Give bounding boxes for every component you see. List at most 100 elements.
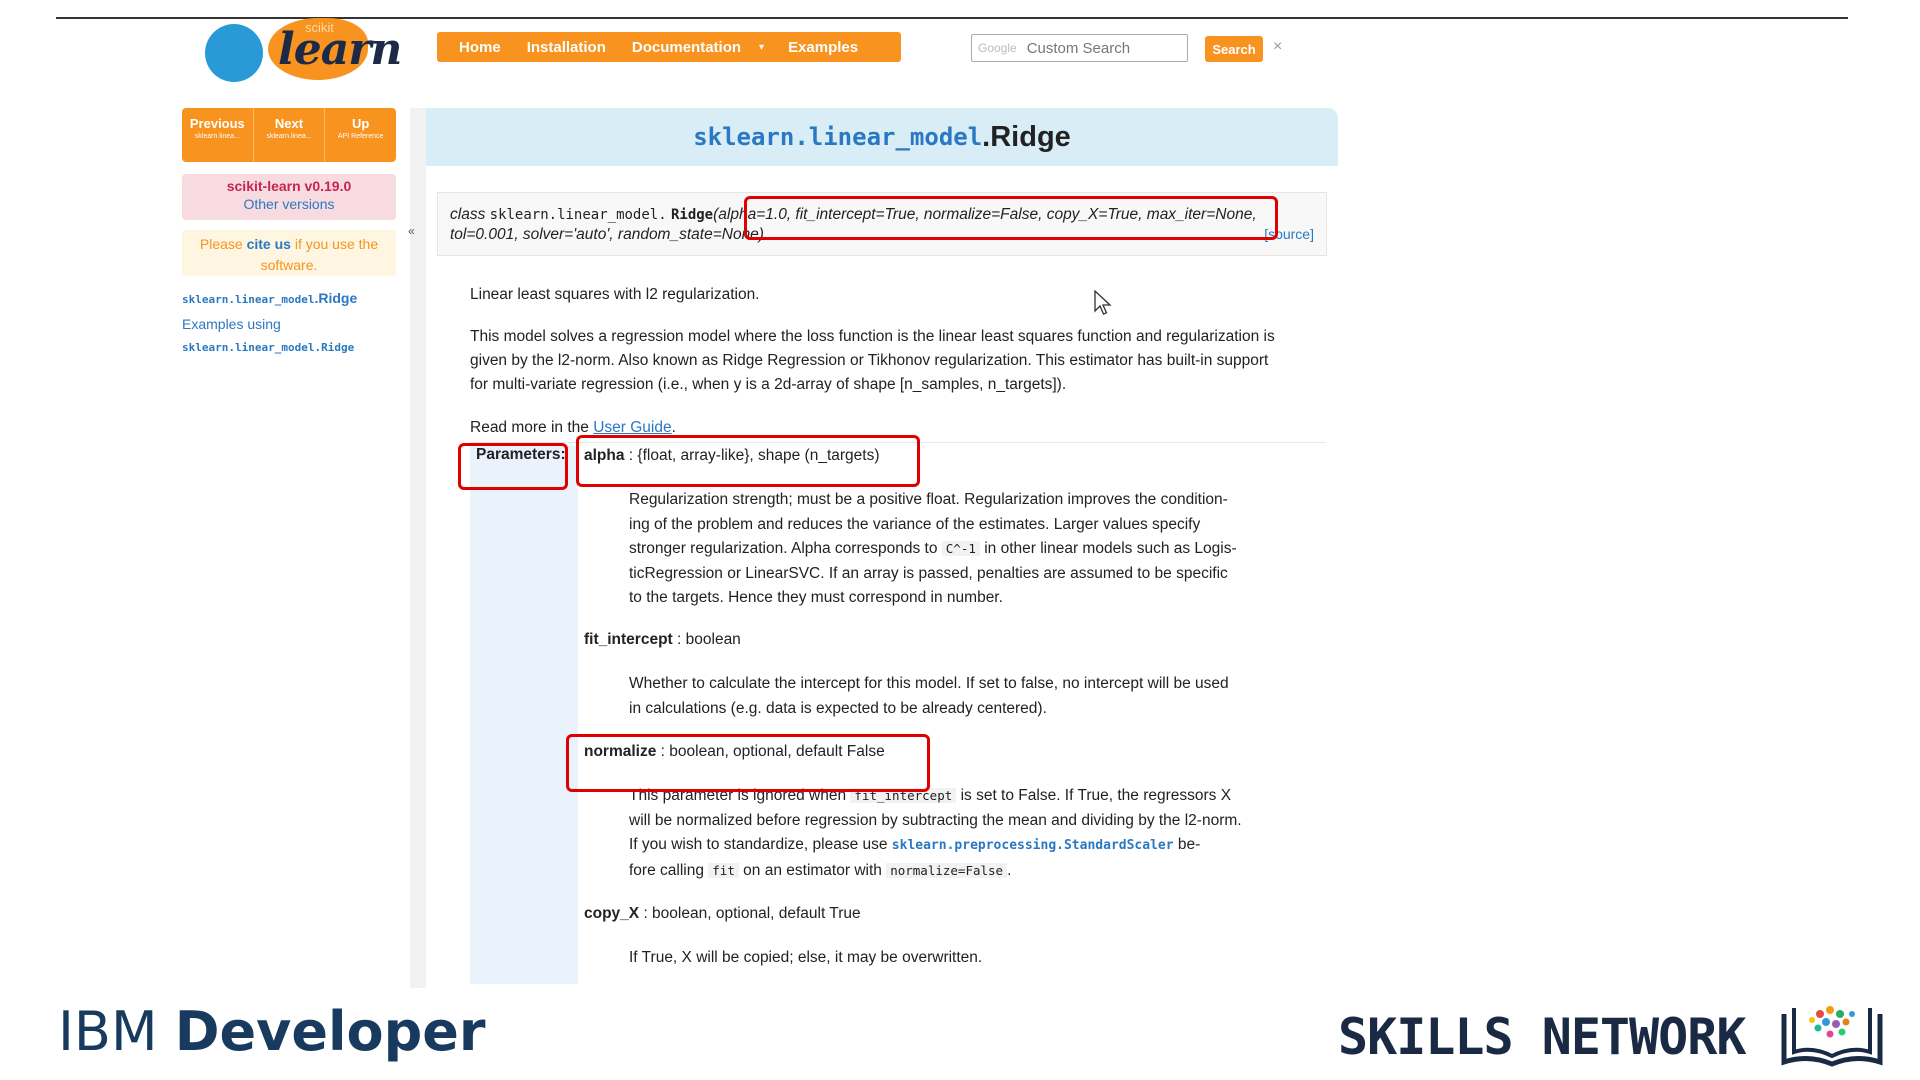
search-button[interactable]: Search: [1205, 36, 1263, 62]
desc-text: This parameter is ignored when: [629, 787, 847, 804]
up-sub: API Reference: [337, 133, 384, 140]
inline-code: fit_intercept: [850, 788, 957, 803]
toc-examples-text: Examples using: [182, 316, 281, 332]
toc-item-class: .Ridge: [314, 290, 358, 306]
desc-line: fore calling fit on an estimator with no…: [629, 859, 1279, 884]
nav-documentation[interactable]: Documentation: [632, 39, 741, 56]
desc-line: ing of the problem and reduces the varia…: [629, 515, 1201, 533]
up-button[interactable]: Up API Reference: [325, 108, 396, 162]
desc-line: in calculations (e.g. data is expected t…: [629, 699, 1047, 717]
param-alpha: alpha : {float, array-like}, shape (n_ta…: [584, 445, 880, 467]
signature-line-1: class sklearn.linear_model. Ridge(alpha=…: [450, 205, 1314, 225]
toc-item-ridge[interactable]: sklearn.linear_model.Ridge: [182, 286, 357, 312]
signature-keyword: class: [450, 206, 486, 223]
nav-installation[interactable]: Installation: [527, 39, 606, 56]
source-link[interactable]: [source]: [1264, 224, 1314, 244]
param-copy-x: copy_X : boolean, optional, default True: [584, 903, 861, 925]
desc-line: to the targets. Hence they must correspo…: [629, 589, 1003, 606]
signature-args-1: (alpha=1.0, fit_intercept=True, normaliz…: [713, 206, 1257, 223]
param-fit-intercept-name: fit_intercept: [584, 631, 673, 648]
user-guide-link[interactable]: User Guide: [593, 419, 671, 436]
read-more-post: .: [671, 419, 676, 436]
param-normalize-type: : boolean, optional, default False: [656, 743, 885, 760]
previous-label: Previous: [189, 116, 245, 131]
desc-text: stronger regularization. Alpha correspon…: [629, 540, 938, 557]
param-normalize-desc: This parameter is ignored when fit_inter…: [629, 784, 1279, 883]
up-label: Up: [352, 116, 370, 131]
inline-code: C^-1: [941, 541, 980, 556]
ibm-text: IBM: [58, 1000, 158, 1063]
class-signature: class sklearn.linear_model. Ridge(alpha=…: [437, 192, 1327, 256]
param-copy-x-name: copy_X: [584, 905, 640, 922]
description-line: for multi-variate regression (i.e., when…: [470, 376, 1067, 393]
related-nav: Previous sklearn.linea... Next sklearn.l…: [182, 108, 396, 162]
other-versions-link[interactable]: Other versions: [182, 196, 396, 212]
sidebar-collapse-bar[interactable]: [410, 108, 426, 988]
chevron-down-icon[interactable]: ▾: [759, 42, 764, 53]
page-title: sklearn.linear_model .Ridge: [426, 108, 1338, 166]
summary-text: Linear least squares with l2 regularizat…: [470, 286, 760, 303]
title-class: .Ridge: [982, 120, 1071, 153]
param-alpha-desc: Regularization strength; must be a posit…: [629, 488, 1279, 611]
standard-scaler-link[interactable]: sklearn.preprocessing.StandardScaler: [892, 838, 1174, 853]
next-button[interactable]: Next sklearn.linea...: [254, 108, 326, 162]
param-copy-x-type: : boolean, optional, default True: [639, 905, 861, 922]
desc-line: Regularization strength; must be a posit…: [629, 491, 1228, 508]
google-brand-label: Google: [978, 41, 1017, 55]
desc-text: be-: [1177, 836, 1201, 853]
desc-text: fore calling: [629, 861, 704, 879]
param-fit-intercept-desc: Whether to calculate the intercept for t…: [629, 672, 1279, 721]
skills-network-text: SKILLS NETWORK: [1338, 1008, 1746, 1066]
scikit-learn-logo[interactable]: scikit learn: [205, 16, 402, 82]
parameters-column: [470, 446, 578, 984]
section-divider: [470, 442, 1326, 443]
cite-box: Please cite us if you use the software.: [182, 230, 396, 276]
inline-code: normalize=False: [886, 862, 1008, 878]
version-label: scikit-learn v0.19.0: [226, 178, 352, 194]
previous-sub: sklearn.linea...: [194, 133, 240, 140]
search-placeholder: Custom Search: [1026, 39, 1131, 57]
signature-name: Ridge: [670, 207, 714, 223]
next-label: Next: [274, 116, 304, 131]
description-line: This model solves a regression model whe…: [470, 328, 1275, 345]
logo-learn-text: learn: [278, 24, 402, 75]
top-nav: Home Installation Documentation ▾ Exampl…: [437, 32, 901, 62]
param-normalize-name: normalize: [584, 743, 657, 760]
desc-text: in other linear models such as Logis-: [984, 540, 1237, 557]
signature-module: sklearn.linear_model.: [489, 207, 667, 223]
collapse-icon[interactable]: «: [408, 224, 415, 238]
param-alpha-type: : {float, array-like}, shape (n_targets): [624, 447, 880, 464]
close-icon[interactable]: ×: [1273, 38, 1282, 56]
title-module: sklearn.linear_model: [693, 123, 983, 151]
inline-code: fit: [708, 862, 739, 878]
sidebar-toc: sklearn.linear_model.Ridge Examples usin…: [182, 286, 357, 360]
version-box: scikit-learn v0.19.0 Other versions: [182, 174, 396, 220]
desc-line: stronger regularization. Alpha correspon…: [629, 537, 1279, 562]
previous-button[interactable]: Previous sklearn.linea...: [182, 108, 254, 162]
signature-args-2: tol=0.001, solver='auto', random_state=N…: [450, 226, 764, 243]
logo-blue-circle: [205, 24, 263, 82]
cite-pre: Please: [199, 236, 243, 252]
skills-network-book-icon: [1781, 1006, 1883, 1067]
desc-line: Whether to calculate the intercept for t…: [629, 675, 1229, 692]
desc-line: ticRegression or LinearSVC. If an array …: [629, 564, 1228, 582]
read-more-pre: Read more in the: [470, 419, 589, 436]
nav-examples[interactable]: Examples: [788, 39, 858, 56]
nav-home[interactable]: Home: [459, 39, 501, 56]
toc-examples-code: sklearn.linear_model.Ridge: [182, 341, 355, 354]
developer-text: Developer: [174, 1000, 486, 1063]
toc-item-module: sklearn.linear_model: [182, 293, 315, 306]
toc-item-examples[interactable]: Examples using sklearn.linear_model.Ridg…: [182, 312, 357, 360]
cite-us-link[interactable]: cite us: [247, 236, 291, 252]
desc-text: .: [1007, 861, 1012, 879]
param-copy-x-desc: If True, X will be copied; else, it may …: [629, 949, 983, 966]
mouse-cursor-icon: [1094, 290, 1112, 315]
search-input[interactable]: Google Custom Search: [971, 34, 1188, 62]
param-fit-intercept-type: : boolean: [672, 631, 741, 648]
desc-line: This parameter is ignored when fit_inter…: [629, 784, 1279, 809]
description: This model solves a regression model whe…: [470, 325, 1320, 397]
param-normalize: normalize : boolean, optional, default F…: [584, 741, 885, 763]
desc-text: is set to False. If True, the regressors…: [960, 787, 1232, 804]
desc-line: will be normalized before regression by …: [629, 811, 1242, 829]
param-fit-intercept: fit_intercept : boolean: [584, 629, 741, 651]
